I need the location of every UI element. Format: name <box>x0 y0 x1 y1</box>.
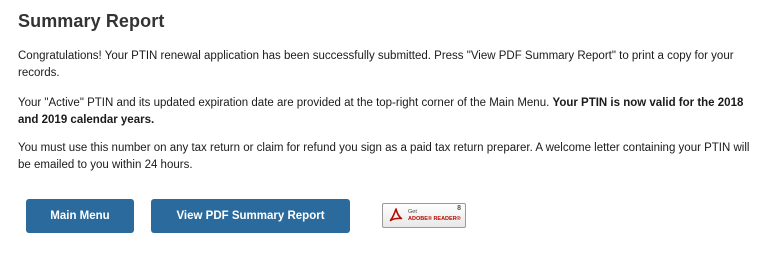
ptin-status-message: Your "Active" PTIN and its updated expir… <box>18 95 758 129</box>
main-menu-button[interactable]: Main Menu <box>26 199 134 233</box>
adobe-text-block: Get ADOBE® READER® <box>408 209 461 223</box>
usage-notice: You must use this number on any tax retu… <box>18 142 750 171</box>
view-pdf-summary-report-button[interactable]: View PDF Summary Report <box>151 199 350 233</box>
get-adobe-reader-link[interactable]: Get ADOBE® READER® 8 <box>382 203 466 228</box>
page-title: Summary Report <box>18 11 165 31</box>
ptin-status-text: Your "Active" PTIN and its updated expir… <box>18 97 553 109</box>
adobe-pdf-icon <box>388 207 404 225</box>
confirmation-message: Congratulations! Your PTIN renewal appli… <box>18 50 734 79</box>
adobe-get-text: Get <box>408 208 417 215</box>
adobe-reader-text: ADOBE® READER® <box>408 215 461 222</box>
adobe-version-text: 8 <box>457 205 461 212</box>
